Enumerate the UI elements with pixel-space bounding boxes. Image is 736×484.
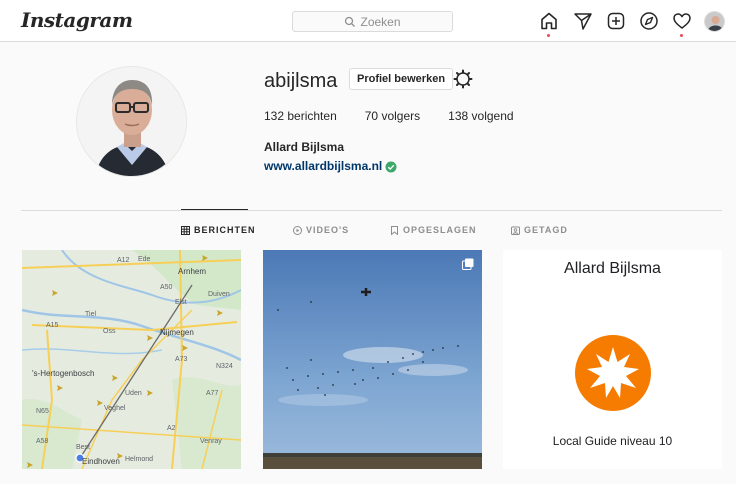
map-label: A15 xyxy=(46,322,59,329)
website-text: www.allardbijlsma.nl xyxy=(264,158,383,173)
following-count: 138 xyxy=(448,109,469,123)
map-label: A50 xyxy=(160,284,173,291)
posts-stat: 132 berichten xyxy=(264,109,337,123)
profile-picture[interactable] xyxy=(76,66,187,177)
search-icon xyxy=(345,16,356,27)
guide-level-text: Local Guide niveau 10 xyxy=(552,434,673,448)
map-label: A12 xyxy=(117,257,130,264)
activity-heart-icon[interactable] xyxy=(672,11,692,31)
tab-posts[interactable]: BERICHTEN xyxy=(181,225,256,235)
posts-label: berichten xyxy=(287,109,337,123)
following-stat[interactable]: 138 volgend xyxy=(448,109,513,123)
followers-stat[interactable]: 70 volgers xyxy=(365,109,420,123)
top-navigation-bar: Instagram Zoeken xyxy=(0,0,736,42)
active-tab-indicator xyxy=(181,209,248,210)
post-local-guide[interactable]: Allard Bijlsma Local Guide niveau 10 xyxy=(503,250,722,469)
direct-icon[interactable] xyxy=(573,11,593,31)
map-label: N65 xyxy=(36,408,49,415)
tab-tagged-label: GETAGD xyxy=(524,225,568,235)
edit-profile-button[interactable]: Profiel bewerken xyxy=(349,68,454,90)
map-label: A77 xyxy=(206,390,219,397)
map-label: Tiel xyxy=(85,311,96,318)
map-label: A58 xyxy=(36,438,49,445)
map-label: 's-Hertogenbosch xyxy=(32,369,94,378)
profile-full-name: Allard Bijlsma xyxy=(264,140,345,154)
bookmark-icon xyxy=(391,225,398,235)
settings-gear-icon[interactable] xyxy=(453,69,473,89)
tab-saved-label: OPGESLAGEN xyxy=(403,225,477,235)
map-label: Venray xyxy=(200,438,222,445)
multiple-photos-icon xyxy=(462,258,474,270)
map-label: Eindhoven xyxy=(82,457,120,466)
map-label: Nijmegen xyxy=(160,328,194,337)
guide-name-text: Allard Bijlsma xyxy=(564,260,661,277)
map-label: Arnhem xyxy=(178,267,206,276)
profile-website-link[interactable]: www.allardbijlsma.nl xyxy=(264,158,397,173)
search-input[interactable]: Zoeken xyxy=(292,11,453,32)
tab-posts-label: BERICHTEN xyxy=(194,225,256,235)
tab-videos-label: VIDEO'S xyxy=(306,225,350,235)
video-play-icon xyxy=(293,225,302,235)
explore-icon[interactable] xyxy=(639,11,659,31)
following-label: volgend xyxy=(471,109,514,123)
post-map-route[interactable]: A12 Ede Arnhem A50 Duiven Elst Tiel A15 … xyxy=(22,250,241,469)
profile-username: abijlsma xyxy=(264,70,338,92)
posts-count: 132 xyxy=(264,109,285,123)
map-label: Oss xyxy=(103,328,116,335)
followers-label: volgers xyxy=(381,109,421,123)
activity-notification-dot xyxy=(680,34,683,37)
verified-check-icon xyxy=(385,161,397,173)
local-guide-badge-icon xyxy=(575,335,651,411)
tab-tagged[interactable]: GETAGD xyxy=(511,225,568,235)
map-label: A2 xyxy=(167,425,176,432)
tab-videos[interactable]: VIDEO'S xyxy=(293,225,349,235)
profile-stats: 132 berichten 70 volgers 138 volgend xyxy=(264,109,542,123)
followers-count: 70 xyxy=(364,109,379,123)
map-label: A73 xyxy=(175,356,188,363)
tagged-person-icon xyxy=(511,226,520,235)
search-placeholder: Zoeken xyxy=(360,14,401,29)
map-label: Uden xyxy=(125,390,142,397)
profile-avatar-small[interactable] xyxy=(704,11,725,32)
instagram-logo[interactable]: Instagram xyxy=(21,8,133,32)
map-label: Veghel xyxy=(104,405,126,412)
tabs-divider xyxy=(21,210,722,211)
map-label: Best xyxy=(76,444,90,451)
map-label: Helmond xyxy=(125,456,153,463)
home-icon[interactable] xyxy=(539,11,559,31)
post-sky-planes[interactable] xyxy=(263,250,482,469)
new-post-icon[interactable] xyxy=(606,11,626,31)
map-label: N324 xyxy=(216,363,233,370)
map-label: Duiven xyxy=(208,291,230,298)
home-notification-dot xyxy=(547,34,550,37)
tab-saved[interactable]: OPGESLAGEN xyxy=(390,225,477,235)
grid-icon xyxy=(181,225,190,235)
map-label: Elst xyxy=(175,299,187,306)
map-label: Ede xyxy=(138,256,151,263)
